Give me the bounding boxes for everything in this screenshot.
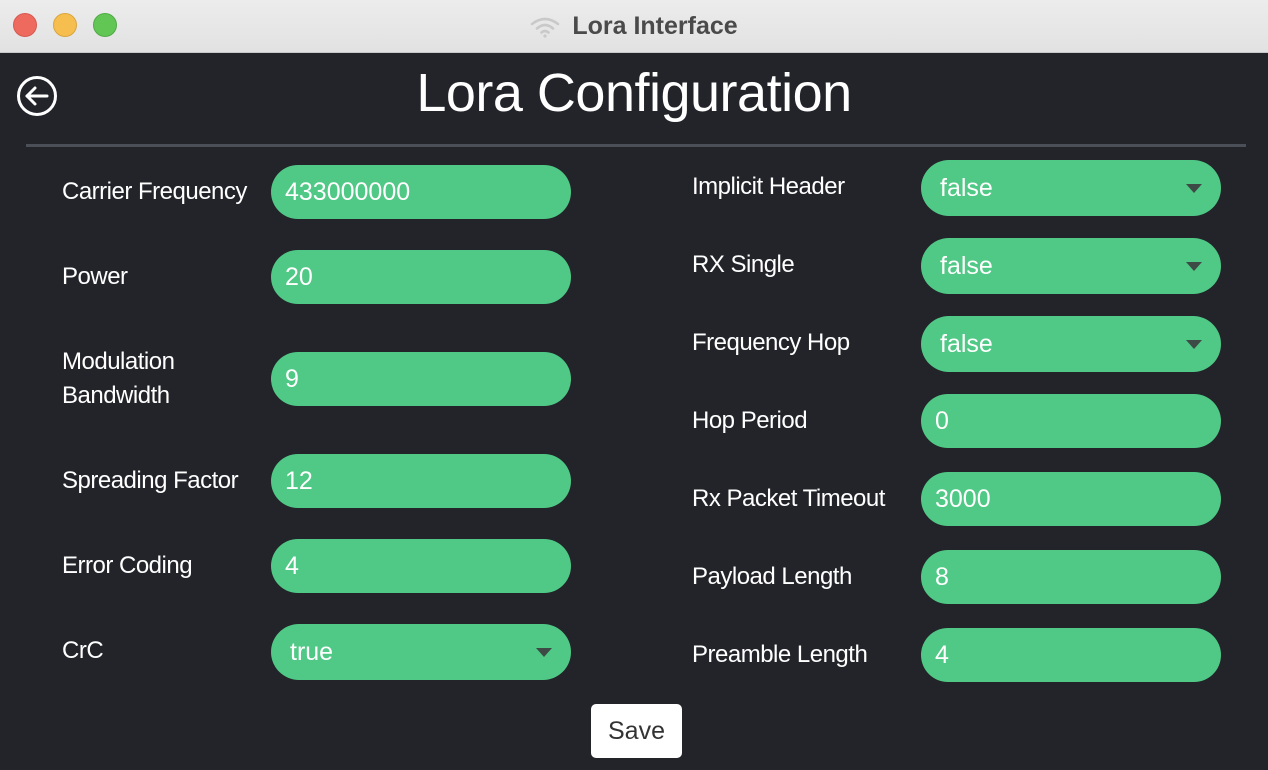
header-divider — [26, 144, 1246, 147]
implicit-header-select[interactable]: false — [921, 160, 1221, 216]
carrier-frequency-input[interactable] — [271, 165, 571, 219]
modulation-bandwidth-input[interactable] — [271, 352, 571, 406]
power-label: Power — [62, 263, 128, 290]
modulation-bandwidth-label-line1: Modulation — [62, 348, 175, 375]
frequency-hop-select[interactable]: false — [921, 316, 1221, 372]
rx-single-label: RX Single — [692, 251, 795, 278]
rx-packet-timeout-input[interactable] — [921, 472, 1221, 526]
hop-period-input[interactable] — [921, 394, 1221, 448]
chevron-down-icon — [1186, 339, 1202, 349]
chevron-down-icon — [536, 647, 552, 657]
spreading-factor-label: Spreading Factor — [62, 467, 239, 494]
spreading-factor-input[interactable] — [271, 454, 571, 508]
crc-select-value: true — [290, 637, 334, 666]
window-title: Lora Interface — [572, 12, 738, 40]
frequency-hop-label: Frequency Hop — [692, 329, 850, 356]
power-input[interactable] — [271, 250, 571, 304]
title-bar: Lora Interface — [0, 0, 1268, 53]
app-window: Lora Interface Lora Configuration Carrie… — [0, 0, 1268, 770]
error-coding-input[interactable] — [271, 539, 571, 593]
chevron-down-icon — [1186, 261, 1202, 271]
rx-packet-timeout-label: Rx Packet Timeout — [692, 485, 885, 512]
modulation-bandwidth-label-line2: Bandwidth — [62, 382, 170, 409]
rx-single-select[interactable]: false — [921, 238, 1221, 294]
preamble-length-input[interactable] — [921, 628, 1221, 682]
preamble-length-label: Preamble Length — [692, 641, 868, 668]
implicit-header-label: Implicit Header — [692, 173, 845, 200]
error-coding-label: Error Coding — [62, 552, 193, 579]
title-wrap: Lora Interface — [0, 0, 1268, 53]
wifi-icon — [531, 17, 560, 38]
frequency-hop-select-value: false — [940, 329, 993, 358]
rx-single-select-value: false — [940, 251, 993, 280]
crc-label: CrC — [62, 637, 104, 664]
crc-select[interactable]: true — [271, 624, 571, 680]
carrier-frequency-label: Carrier Frequency — [62, 178, 247, 205]
implicit-header-select-value: false — [940, 173, 993, 202]
page-title: Lora Configuration — [416, 63, 852, 123]
payload-length-label: Payload Length — [692, 563, 852, 590]
save-button[interactable]: Save — [591, 704, 682, 758]
hop-period-label: Hop Period — [692, 407, 808, 434]
chevron-down-icon — [1186, 183, 1202, 193]
payload-length-input[interactable] — [921, 550, 1221, 604]
